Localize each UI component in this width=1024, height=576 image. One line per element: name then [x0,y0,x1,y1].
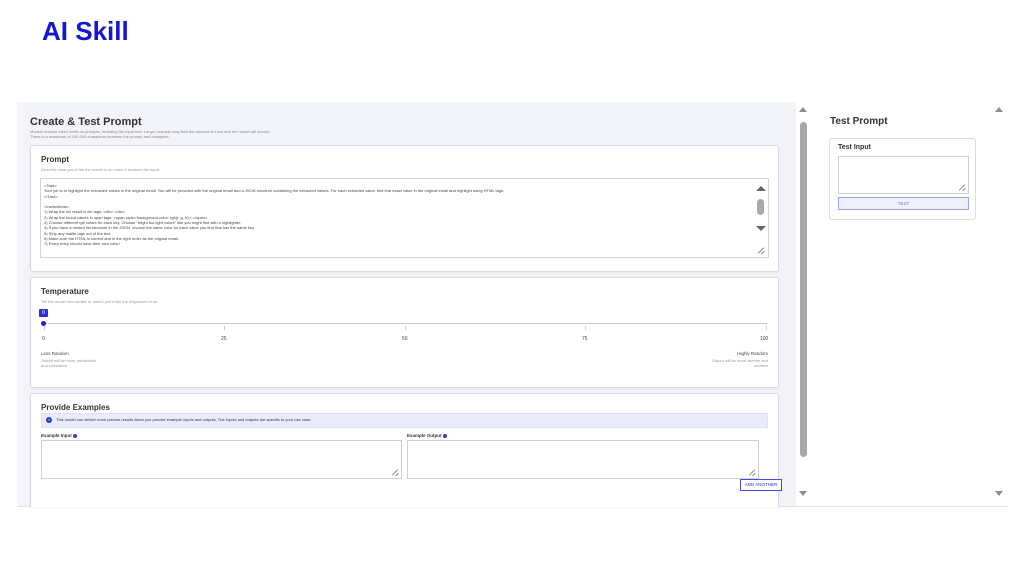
resize-grip-icon[interactable] [758,247,765,254]
scroll-up-arrow-icon[interactable] [799,107,807,112]
pane-subtitle-line-2: There is a maximum of 150,000 characters… [30,134,170,139]
app-screenshot: Create & Test Prompt Models enforce toke… [17,102,1008,507]
temperature-slider-track[interactable] [44,323,767,324]
temperature-value-badge: 0 [39,309,48,317]
tick-label: 75 [582,336,588,342]
help-icon[interactable] [442,433,447,438]
examples-info-text: This model can deliver more precise resu… [56,417,312,422]
test-input-title: Test Input [838,144,871,151]
example-output-label-text: Example Output [407,433,442,438]
example-input-field[interactable] [41,440,402,479]
examples-title: Provide Examples [41,403,110,412]
slider-tick [585,326,586,330]
scroll-up-arrow-icon[interactable] [995,107,1003,112]
prompt-scrollbar[interactable] [754,179,768,257]
test-input-card: Test Input TEST [829,138,976,220]
highly-random-desc-line-2: creative [753,363,768,368]
temperature-card: Temperature Tell the model how similar o… [30,277,779,388]
highly-random-desc: Output will be more diverse and creative [712,358,768,368]
test-input-field[interactable] [838,156,969,194]
pane-subtitle: Models enforce token limits on prompts, … [30,129,430,139]
tick-label: 50 [402,336,408,342]
prompt-title: Prompt [41,155,69,164]
prompt-text: <Task> Your job is to highlight the extr… [44,183,744,247]
create-test-prompt-pane: Create & Test Prompt Models enforce toke… [17,102,796,507]
slide-title: AI Skill [42,16,129,46]
examples-card: Provide Examples i This model can delive… [30,393,782,507]
scroll-down-arrow-icon[interactable] [799,491,807,496]
help-icon[interactable] [72,433,77,438]
tick-label: 100 [760,336,769,342]
slider-tick [405,326,406,330]
info-icon: i [46,417,52,423]
example-input-label: Example Input [41,433,77,438]
resize-grip-icon[interactable] [959,184,966,191]
less-random-desc: Output will be more predictable and cons… [41,358,96,368]
slider-tick [44,326,45,330]
temperature-title: Temperature [41,287,89,296]
example-input-label-text: Example Input [41,433,72,438]
tick-label: 25 [221,336,227,342]
add-another-button[interactable]: ADD ANOTHER [740,479,782,491]
prompt-textarea[interactable]: <Task> Your job is to highlight the extr… [40,178,769,258]
scroll-down-arrow-icon[interactable] [995,491,1003,496]
resize-grip-icon[interactable] [392,469,399,476]
less-random-label: Less Random [41,351,69,356]
prompt-description: Describe what you'd like the model to do… [41,167,161,172]
less-random-desc-line-2: and consistent [41,363,67,368]
example-output-field[interactable] [407,440,759,479]
prompt-line: 7) Every entry should have their own col… [44,241,120,247]
examples-info-banner: i This model can deliver more precise re… [41,413,768,428]
pane-title: Create & Test Prompt [30,116,142,128]
prompt-scroll-thumb[interactable] [757,199,764,215]
example-output-label: Example Output [407,433,447,438]
test-button[interactable]: TEST [838,197,969,210]
scroll-down-arrow-icon[interactable] [756,226,766,231]
test-prompt-title: Test Prompt [830,116,888,127]
temperature-description: Tell the model how similar or varied you… [41,299,159,304]
prompt-card: Prompt Describe what you'd like the mode… [30,145,779,272]
slider-tick [224,326,225,330]
main-scroll-thumb[interactable] [800,122,807,457]
main-scrollbar[interactable] [796,102,812,506]
scroll-up-arrow-icon[interactable] [756,186,766,191]
test-prompt-pane: Test Prompt Test Input TEST [812,102,1008,506]
resize-grip-icon[interactable] [749,469,756,476]
highly-random-label: Highly Random [737,351,768,356]
slider-tick [766,326,767,330]
tick-label: 0 [42,336,45,342]
